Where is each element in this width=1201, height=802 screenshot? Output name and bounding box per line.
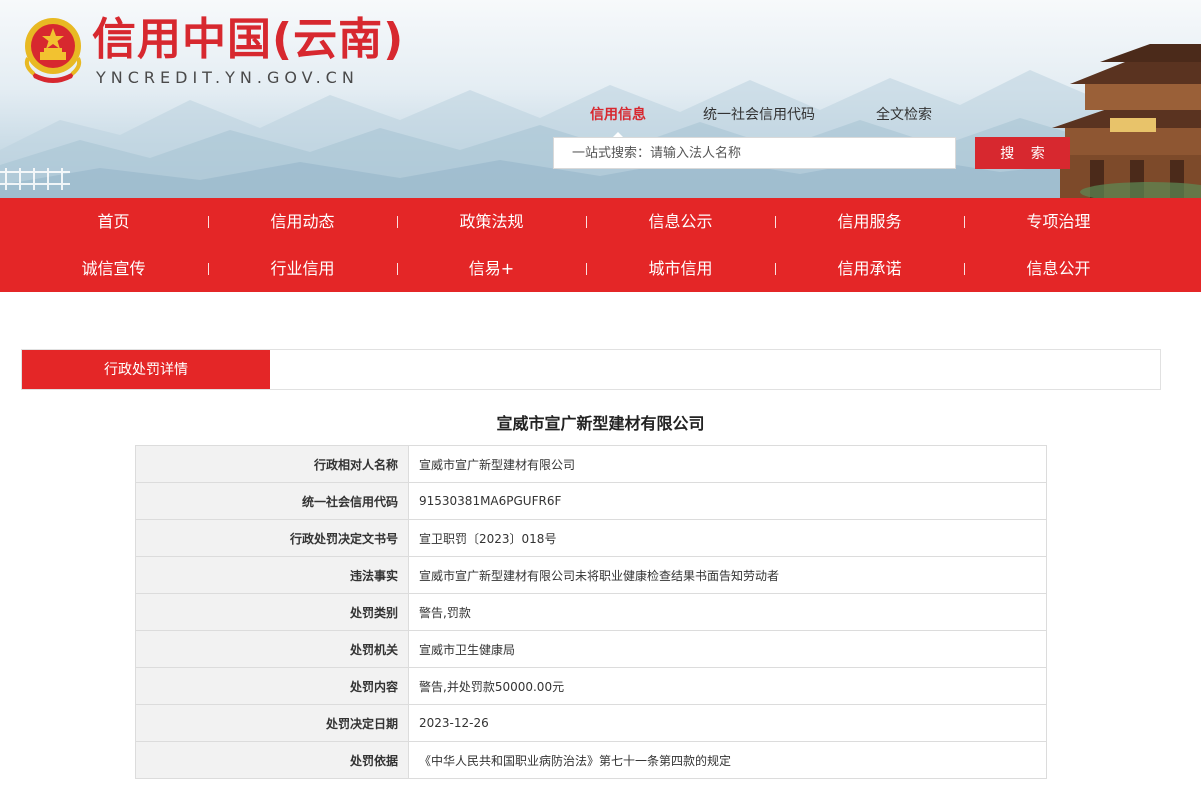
table-row: 处罚决定日期 2023-12-26 [135, 704, 1047, 742]
section-title-bar: 行政处罚详情 [21, 349, 1161, 390]
row-value: 警告,罚款 [408, 593, 1047, 631]
row-value: 警告,并处罚款50000.00元 [408, 667, 1047, 705]
nav-item-industry-credit[interactable]: 行业信用 [208, 245, 397, 292]
site-domain-text: YNCREDIT.YN.GOV.CN [96, 68, 359, 87]
nav-row-1: 首页 信用动态 政策法规 信息公示 信用服务 专项治理 [0, 198, 1201, 245]
table-row: 处罚机关 宣威市卫生健康局 [135, 630, 1047, 668]
row-label: 处罚依据 [135, 741, 409, 779]
search-tabs: 信用信息 统一社会信用代码 全文检索 [553, 104, 973, 138]
table-row: 处罚依据 《中华人民共和国职业病防治法》第七十一条第四款的规定 [135, 741, 1047, 779]
nav-item-credit-commitment[interactable]: 信用承诺 [775, 245, 964, 292]
search-tab-full-text[interactable]: 全文检索 [876, 104, 932, 124]
row-value: 宣威市宣广新型建材有限公司未将职业健康检查结果书面告知劳动者 [408, 556, 1047, 594]
table-row: 处罚内容 警告,并处罚款50000.00元 [135, 667, 1047, 705]
search-tab-credit-info[interactable]: 信用信息 [590, 104, 646, 138]
nav-item-xinyi-plus[interactable]: 信易+ [397, 245, 586, 292]
row-value: 宣卫职罚〔2023〕018号 [408, 519, 1047, 557]
nav-item-special-governance[interactable]: 专项治理 [964, 198, 1153, 245]
table-row: 行政相对人名称 宣威市宣广新型建材有限公司 [135, 445, 1047, 483]
row-label: 处罚决定日期 [135, 704, 409, 742]
section-tab-penalty-details: 行政处罚详情 [22, 350, 270, 389]
main-navigation: 首页 信用动态 政策法规 信息公示 信用服务 专项治理 诚信宣传 行业信用 信易… [0, 198, 1201, 292]
nav-item-city-credit[interactable]: 城市信用 [586, 245, 775, 292]
site-name-logo-text: 信用中国(云南) [92, 14, 405, 65]
search-button[interactable]: 搜 索 [975, 137, 1070, 169]
row-label: 处罚机关 [135, 630, 409, 668]
row-value: 《中华人民共和国职业病防治法》第七十一条第四款的规定 [408, 741, 1047, 779]
row-label: 违法事实 [135, 556, 409, 594]
table-row: 统一社会信用代码 91530381MA6PGUFR6F [135, 482, 1047, 520]
company-title: 宣威市宣广新型建材有限公司 [496, 414, 705, 433]
row-value: 2023-12-26 [408, 704, 1047, 742]
pavilion-illustration [1052, 44, 1201, 198]
row-value: 宣威市卫生健康局 [408, 630, 1047, 668]
search-input[interactable] [553, 137, 956, 169]
table-row: 行政处罚决定文书号 宣卫职罚〔2023〕018号 [135, 519, 1047, 557]
row-label: 处罚内容 [135, 667, 409, 705]
row-label: 行政处罚决定文书号 [135, 519, 409, 557]
header-banner: 信用中国(云南) YNCREDIT.YN.GOV.CN 信用信息 统一社会信用代… [0, 0, 1201, 198]
row-label: 统一社会信用代码 [135, 482, 409, 520]
nav-item-policies[interactable]: 政策法规 [397, 198, 586, 245]
row-value: 宣威市宣广新型建材有限公司 [408, 445, 1047, 483]
row-label: 行政相对人名称 [135, 445, 409, 483]
search-tab-credit-code[interactable]: 统一社会信用代码 [703, 104, 815, 124]
nav-item-credit-services[interactable]: 信用服务 [775, 198, 964, 245]
table-row: 违法事实 宣威市宣广新型建材有限公司未将职业健康检查结果书面告知劳动者 [135, 556, 1047, 594]
nav-item-credit-news[interactable]: 信用动态 [208, 198, 397, 245]
row-value: 91530381MA6PGUFR6F [408, 482, 1047, 520]
national-emblem-icon [24, 18, 82, 83]
nav-item-info-publicity[interactable]: 信息公示 [586, 198, 775, 245]
table-row: 处罚类别 警告,罚款 [135, 593, 1047, 631]
row-label: 处罚类别 [135, 593, 409, 631]
nav-row-2: 诚信宣传 行业信用 信易+ 城市信用 信用承诺 信息公开 [0, 245, 1201, 292]
nav-item-home[interactable]: 首页 [19, 198, 208, 245]
penalty-detail-table: 行政相对人名称 宣威市宣广新型建材有限公司 统一社会信用代码 91530381M… [135, 445, 1047, 779]
nav-item-integrity-promotion[interactable]: 诚信宣传 [19, 245, 208, 292]
nav-item-info-disclosure[interactable]: 信息公开 [964, 245, 1153, 292]
